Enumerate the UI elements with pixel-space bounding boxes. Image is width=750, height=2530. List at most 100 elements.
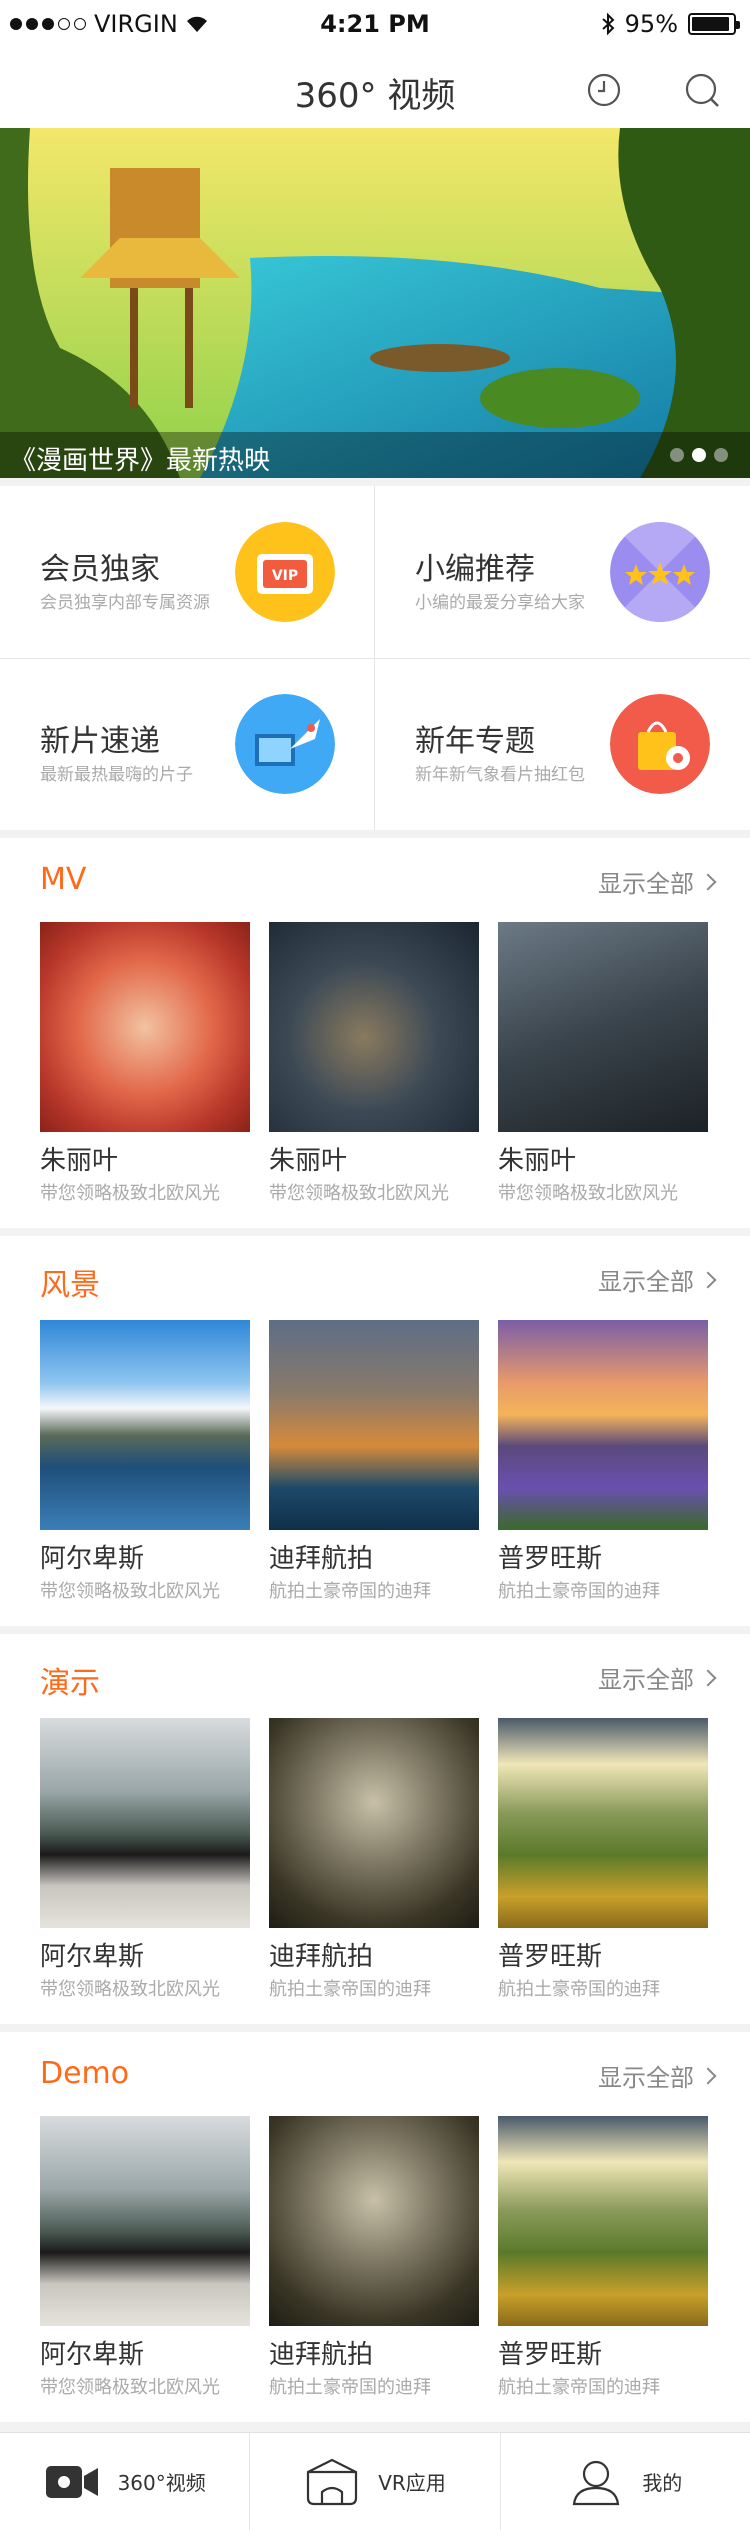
video-title: 阿尔卑斯 (40, 1942, 145, 1972)
video-title: 迪拜航拍 (269, 1544, 374, 1574)
section-scenery: 风景 显示全部 阿尔卑斯 带您领略极致北欧风光 迪拜航拍 航拍土豪帝国的迪拜 普… (0, 1236, 750, 1626)
video-thumbnail (498, 922, 708, 1132)
category-title: 新年专题 (415, 724, 535, 759)
history-icon[interactable] (586, 72, 622, 108)
category-grid: 会员独家 会员独享内部专属资源 VIP 小编推荐 小编的最爱分享给大家 新片速递… (0, 486, 750, 830)
chevron-right-icon (699, 1669, 717, 1686)
tab-profile[interactable]: 我的 (501, 2433, 750, 2530)
category-new-year-special[interactable]: 新年专题 新年新气象看片抽红包 (375, 658, 750, 830)
video-thumbnail (40, 1718, 250, 1928)
video-thumbnail (269, 2116, 479, 2326)
page-title: 360° 视频 (294, 76, 456, 116)
show-all-label: 显示全部 (598, 2064, 694, 2092)
category-subtitle: 新年新气象看片抽红包 (415, 765, 585, 785)
video-thumbnail (40, 922, 250, 1132)
video-thumbnail (498, 2116, 708, 2326)
video-card[interactable]: 朱丽叶 带您领略极致北欧风光 (40, 922, 250, 1205)
tab-360-video[interactable]: 360°视频 (0, 2433, 251, 2530)
section-demo-cn: 演示 显示全部 阿尔卑斯 带您领略极致北欧风光 迪拜航拍 航拍土豪帝国的迪拜 普… (0, 1634, 750, 2024)
show-all-label: 显示全部 (598, 1268, 694, 1296)
category-member-exclusive[interactable]: 会员独家 会员独享内部专属资源 VIP (0, 486, 375, 658)
chevron-right-icon (699, 2067, 717, 2084)
carousel-indicators[interactable] (670, 448, 728, 462)
vip-badge-text: VIP (272, 568, 298, 584)
chevron-right-icon (699, 1271, 717, 1288)
show-all-link[interactable]: 显示全部 (598, 864, 717, 899)
video-title: 阿尔卑斯 (40, 1544, 145, 1574)
video-subtitle: 航拍土豪帝国的迪拜 (498, 2377, 660, 2398)
video-thumbnail (498, 1718, 708, 1928)
vr-box-icon (307, 2458, 358, 2505)
battery-icon (688, 13, 740, 35)
show-all-link[interactable]: 显示全部 (598, 1262, 717, 1297)
video-title: 迪拜航拍 (269, 1942, 374, 1972)
tab-vr-apps[interactable]: VR应用 (250, 2433, 501, 2530)
video-card[interactable]: 朱丽叶 带您领略极致北欧风光 (269, 922, 479, 1205)
video-subtitle: 带您领略极致北欧风光 (269, 1183, 449, 1204)
section-title: 演示 (40, 1666, 100, 1701)
vip-ticket-icon: VIP (235, 522, 335, 622)
battery-percent: 95% (624, 10, 678, 38)
category-subtitle: 小编的最爱分享给大家 (415, 593, 585, 613)
video-camera-icon (45, 2465, 98, 2498)
video-title: 朱丽叶 (40, 1146, 119, 1176)
user-icon (573, 2460, 620, 2505)
video-card[interactable]: 普罗旺斯 航拍土豪帝国的迪拜 (498, 2116, 708, 2399)
show-all-label: 显示全部 (598, 1666, 694, 1694)
video-subtitle: 带您领略极致北欧风光 (40, 2377, 220, 2398)
video-thumbnail (269, 922, 479, 1132)
video-subtitle: 航拍土豪帝国的迪拜 (498, 1581, 660, 1602)
video-thumbnail (269, 1718, 479, 1928)
tab-label: VR应用 (378, 2471, 446, 2495)
video-subtitle: 带您领略极致北欧风光 (40, 1979, 220, 2000)
video-title: 普罗旺斯 (498, 2340, 603, 2370)
video-title: 朱丽叶 (269, 1146, 348, 1176)
section-title: MV (40, 862, 87, 897)
show-all-link[interactable]: 显示全部 (598, 2058, 717, 2093)
video-card[interactable]: 阿尔卑斯 带您领略极致北欧风光 (40, 1718, 250, 2001)
video-card[interactable]: 迪拜航拍 航拍土豪帝国的迪拜 (269, 1718, 479, 2001)
video-title: 普罗旺斯 (498, 1544, 603, 1574)
section-title: Demo (40, 2056, 130, 2091)
video-card[interactable]: 普罗旺斯 航拍土豪帝国的迪拜 (498, 1718, 708, 2001)
carousel-dot[interactable] (714, 448, 728, 462)
video-title: 朱丽叶 (498, 1146, 577, 1176)
gift-bag-icon (610, 694, 710, 794)
video-title: 普罗旺斯 (498, 1942, 603, 1972)
nav-bar: 360° 视频 (0, 50, 750, 128)
video-card[interactable]: 迪拜航拍 航拍土豪帝国的迪拜 (269, 1320, 479, 1603)
banner-carousel[interactable]: 《漫画世界》最新热映 (0, 128, 750, 478)
tab-label: 我的 (642, 2471, 683, 2495)
category-subtitle: 会员独享内部专属资源 (40, 593, 210, 613)
chevron-right-icon (699, 873, 717, 890)
video-title: 迪拜航拍 (269, 2340, 374, 2370)
category-editor-picks[interactable]: 小编推荐 小编的最爱分享给大家 (375, 486, 750, 658)
status-bar: VIRGIN 4:21 PM 95% (0, 0, 750, 50)
carousel-dot-active[interactable] (692, 448, 706, 462)
category-new-releases[interactable]: 新片速递 最新最热最嗨的片子 (0, 658, 375, 830)
video-subtitle: 带您领略极致北欧风光 (40, 1581, 220, 1602)
star-rating-icon (610, 522, 710, 622)
video-subtitle: 航拍土豪帝国的迪拜 (269, 1979, 431, 2000)
video-thumbnail (40, 1320, 250, 1530)
grid-divider-horizontal (0, 658, 750, 659)
banner-caption-bar: 《漫画世界》最新热映 (0, 432, 750, 478)
video-title: 阿尔卑斯 (40, 2340, 145, 2370)
video-thumbnail (40, 2116, 250, 2326)
video-card[interactable]: 阿尔卑斯 带您领略极致北欧风光 (40, 2116, 250, 2399)
video-card[interactable]: 迪拜航拍 航拍土豪帝国的迪拜 (269, 2116, 479, 2399)
video-card[interactable]: 阿尔卑斯 带您领略极致北欧风光 (40, 1320, 250, 1603)
category-title: 新片速递 (40, 724, 160, 759)
video-subtitle: 航拍土豪帝国的迪拜 (498, 1979, 660, 2000)
video-thumbnail (269, 1320, 479, 1530)
video-thumbnail (498, 1320, 708, 1530)
video-card[interactable]: 朱丽叶 带您领略极致北欧风光 (498, 922, 708, 1205)
carousel-dot[interactable] (670, 448, 684, 462)
show-all-link[interactable]: 显示全部 (598, 1660, 717, 1695)
search-icon[interactable] (684, 72, 720, 108)
category-title: 会员独家 (40, 552, 160, 587)
section-title: 风景 (40, 1268, 100, 1303)
video-card[interactable]: 普罗旺斯 航拍土豪帝国的迪拜 (498, 1320, 708, 1603)
video-subtitle: 带您领略极致北欧风光 (498, 1183, 678, 1204)
banner-artwork (0, 128, 750, 478)
